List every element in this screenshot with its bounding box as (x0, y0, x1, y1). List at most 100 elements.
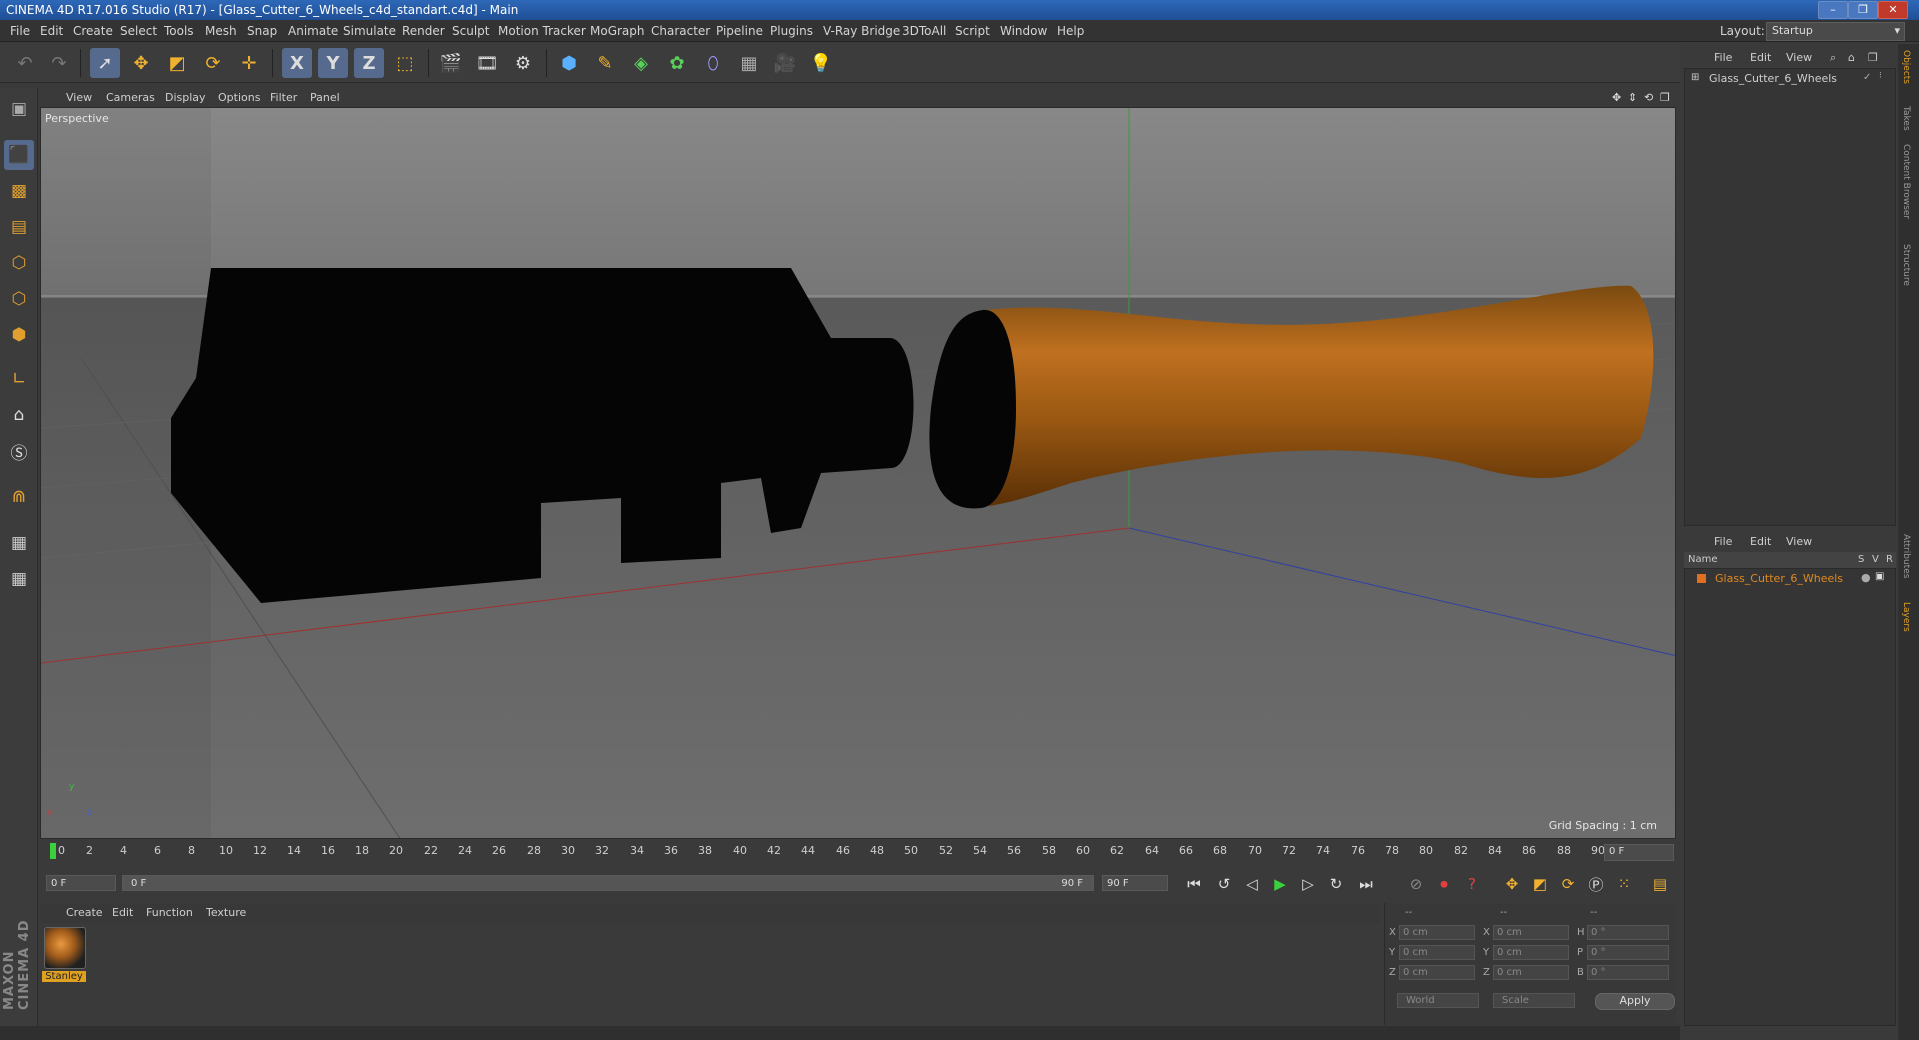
layer-menu-view[interactable]: View (1786, 535, 1812, 548)
material-name[interactable]: Stanley (42, 971, 86, 982)
timeline-ruler[interactable]: 0 2 4 6 8 10 12 14 16 18 20 22 24 26 28 … (40, 840, 1676, 864)
cloner-button[interactable]: ✿ (662, 48, 692, 78)
workplane-rotate-button[interactable]: ▦ (4, 564, 34, 594)
position-x-field[interactable]: 0 cm (1399, 925, 1475, 940)
maximize-button[interactable]: ❐ (1848, 1, 1878, 19)
viewport-menu-view[interactable]: View (66, 91, 92, 104)
undo-button[interactable]: ↶ (10, 48, 40, 78)
x-axis-button[interactable]: X (282, 48, 312, 78)
menu-edit[interactable]: Edit (40, 24, 63, 38)
tab-content-browser[interactable]: Content Browser (1901, 144, 1911, 219)
new-window-icon[interactable]: ❐ (1868, 51, 1878, 64)
record-keys-button[interactable]: ⊘ (1404, 872, 1428, 896)
rotation-b-field[interactable]: 0 ° (1587, 965, 1669, 980)
z-axis-button[interactable]: Z (354, 48, 384, 78)
texture-mode-button[interactable]: ▩ (4, 176, 34, 206)
previous-frame-button[interactable]: ◁ (1240, 872, 1264, 896)
scale-button[interactable]: ◩ (162, 48, 192, 78)
size-x-field[interactable]: 0 cm (1493, 925, 1569, 940)
layer-menu-edit[interactable]: Edit (1750, 535, 1771, 548)
coordinate-space-select[interactable]: World (1397, 993, 1479, 1008)
model-mode-button[interactable]: ⬛ (4, 140, 34, 170)
cube-primitive-button[interactable]: ⬢ (554, 48, 584, 78)
camera-button[interactable]: 🎥 (770, 48, 800, 78)
menu-script[interactable]: Script (955, 24, 990, 38)
render-view-button[interactable]: 🎬 (436, 48, 466, 78)
next-frame-button[interactable]: ▷ (1296, 872, 1320, 896)
material-menu-edit[interactable]: Edit (112, 906, 133, 919)
layer-menu-file[interactable]: File (1714, 535, 1732, 548)
size-mode-select[interactable]: Scale (1493, 993, 1575, 1008)
menu-file[interactable]: File (10, 24, 30, 38)
3d-viewport[interactable]: Perspective Grid Spacing : 1 cm x y z (40, 107, 1676, 839)
material-menu-function[interactable]: Function (146, 906, 193, 919)
live-selection-button[interactable]: ➚ (90, 48, 120, 78)
edges-mode-button[interactable]: ⬡ (4, 284, 34, 314)
workplane-lock-button[interactable]: ▦ (4, 528, 34, 558)
menu-create[interactable]: Create (73, 24, 113, 38)
object-menu-file[interactable]: File (1714, 51, 1732, 64)
make-editable-button[interactable]: ▣ (4, 94, 34, 124)
object-row[interactable]: ⊞ Glass_Cutter_6_Wheels ✓ ⁝ (1687, 71, 1893, 87)
menu-snap[interactable]: Snap (247, 24, 277, 38)
timeline-layout-button[interactable]: ▤ (1648, 872, 1672, 896)
key-parameter-button[interactable]: Ⓟ (1584, 872, 1608, 896)
axis-mode-button[interactable]: ∟ (4, 364, 34, 394)
material-menu-texture[interactable]: Texture (206, 906, 246, 919)
start-frame-field[interactable]: 0 F (46, 875, 116, 891)
menu-tools[interactable]: Tools (164, 24, 194, 38)
visibility-dots-icon[interactable]: ⁝ (1879, 71, 1882, 81)
viewport-menu-filter[interactable]: Filter (270, 91, 297, 104)
menu-character[interactable]: Character (651, 24, 710, 38)
tab-layers[interactable]: Layers (1901, 602, 1911, 632)
go-to-start-button[interactable]: ⏮ (1182, 872, 1206, 896)
minimize-button[interactable]: – (1818, 1, 1848, 19)
size-z-field[interactable]: 0 cm (1493, 965, 1569, 980)
tab-structure[interactable]: Structure (1901, 244, 1911, 286)
menu-plugins[interactable]: Plugins (770, 24, 813, 38)
redo-button[interactable]: ↷ (44, 48, 74, 78)
menu-window[interactable]: Window (1000, 24, 1047, 38)
viewport-nav-rotate-icon[interactable]: ⟲ (1644, 91, 1653, 104)
viewport-maximize-icon[interactable]: ❐ (1660, 91, 1670, 104)
menu-sculpt[interactable]: Sculpt (452, 24, 489, 38)
viewport-nav-zoom-icon[interactable]: ⇕ (1628, 91, 1637, 104)
menu-help[interactable]: Help (1057, 24, 1084, 38)
menu-vray-bridge[interactable]: V-Ray Bridge (823, 24, 900, 38)
y-axis-button[interactable]: Y (318, 48, 348, 78)
deformer-button[interactable]: ⬯ (698, 48, 728, 78)
close-button[interactable]: ✕ (1878, 1, 1908, 19)
object-menu-view[interactable]: View (1786, 51, 1812, 64)
apply-button[interactable]: Apply (1595, 993, 1675, 1010)
menu-mograph[interactable]: MoGraph (590, 24, 645, 38)
menu-select[interactable]: Select (120, 24, 157, 38)
material-menu-create[interactable]: Create (66, 906, 103, 919)
viewport-menu-cameras[interactable]: Cameras (106, 91, 155, 104)
next-key-button[interactable]: ↻ (1324, 872, 1348, 896)
rotation-p-field[interactable]: 0 ° (1587, 945, 1669, 960)
snap-button[interactable]: ⋒ (4, 482, 34, 512)
layout-select[interactable]: Startup ▾ (1766, 22, 1905, 41)
playhead[interactable] (50, 843, 56, 859)
menu-3dtoall[interactable]: 3DToAll (902, 24, 946, 38)
frame-range-slider[interactable]: 0 F 90 F (122, 875, 1094, 891)
keyframe-selection-button[interactable]: ? (1460, 872, 1484, 896)
checkmark-icon[interactable]: ✓ (1863, 72, 1871, 83)
menu-animate[interactable]: Animate (288, 24, 338, 38)
autokey-button[interactable]: ⏺ (1432, 872, 1456, 896)
key-position-button[interactable]: ✥ (1500, 872, 1524, 896)
end-frame-field[interactable]: 90 F (1102, 875, 1168, 891)
menu-motion-tracker[interactable]: Motion Tracker (498, 24, 586, 38)
play-button[interactable]: ▶ (1268, 872, 1292, 896)
key-pla-button[interactable]: ⁙ (1612, 872, 1636, 896)
workplane-button[interactable]: ▤ (4, 212, 34, 242)
subdivision-button[interactable]: ◈ (626, 48, 656, 78)
menu-pipeline[interactable]: Pipeline (716, 24, 763, 38)
rotation-h-field[interactable]: 0 ° (1587, 925, 1669, 940)
floor-button[interactable]: ▦ (734, 48, 764, 78)
move-button[interactable]: ✥ (126, 48, 156, 78)
tab-attributes[interactable]: Attributes (1901, 534, 1911, 578)
visible-toggle-icon[interactable]: ▣ (1875, 571, 1884, 582)
go-to-end-button[interactable]: ⏭ (1354, 872, 1378, 896)
menu-simulate[interactable]: Simulate (343, 24, 396, 38)
